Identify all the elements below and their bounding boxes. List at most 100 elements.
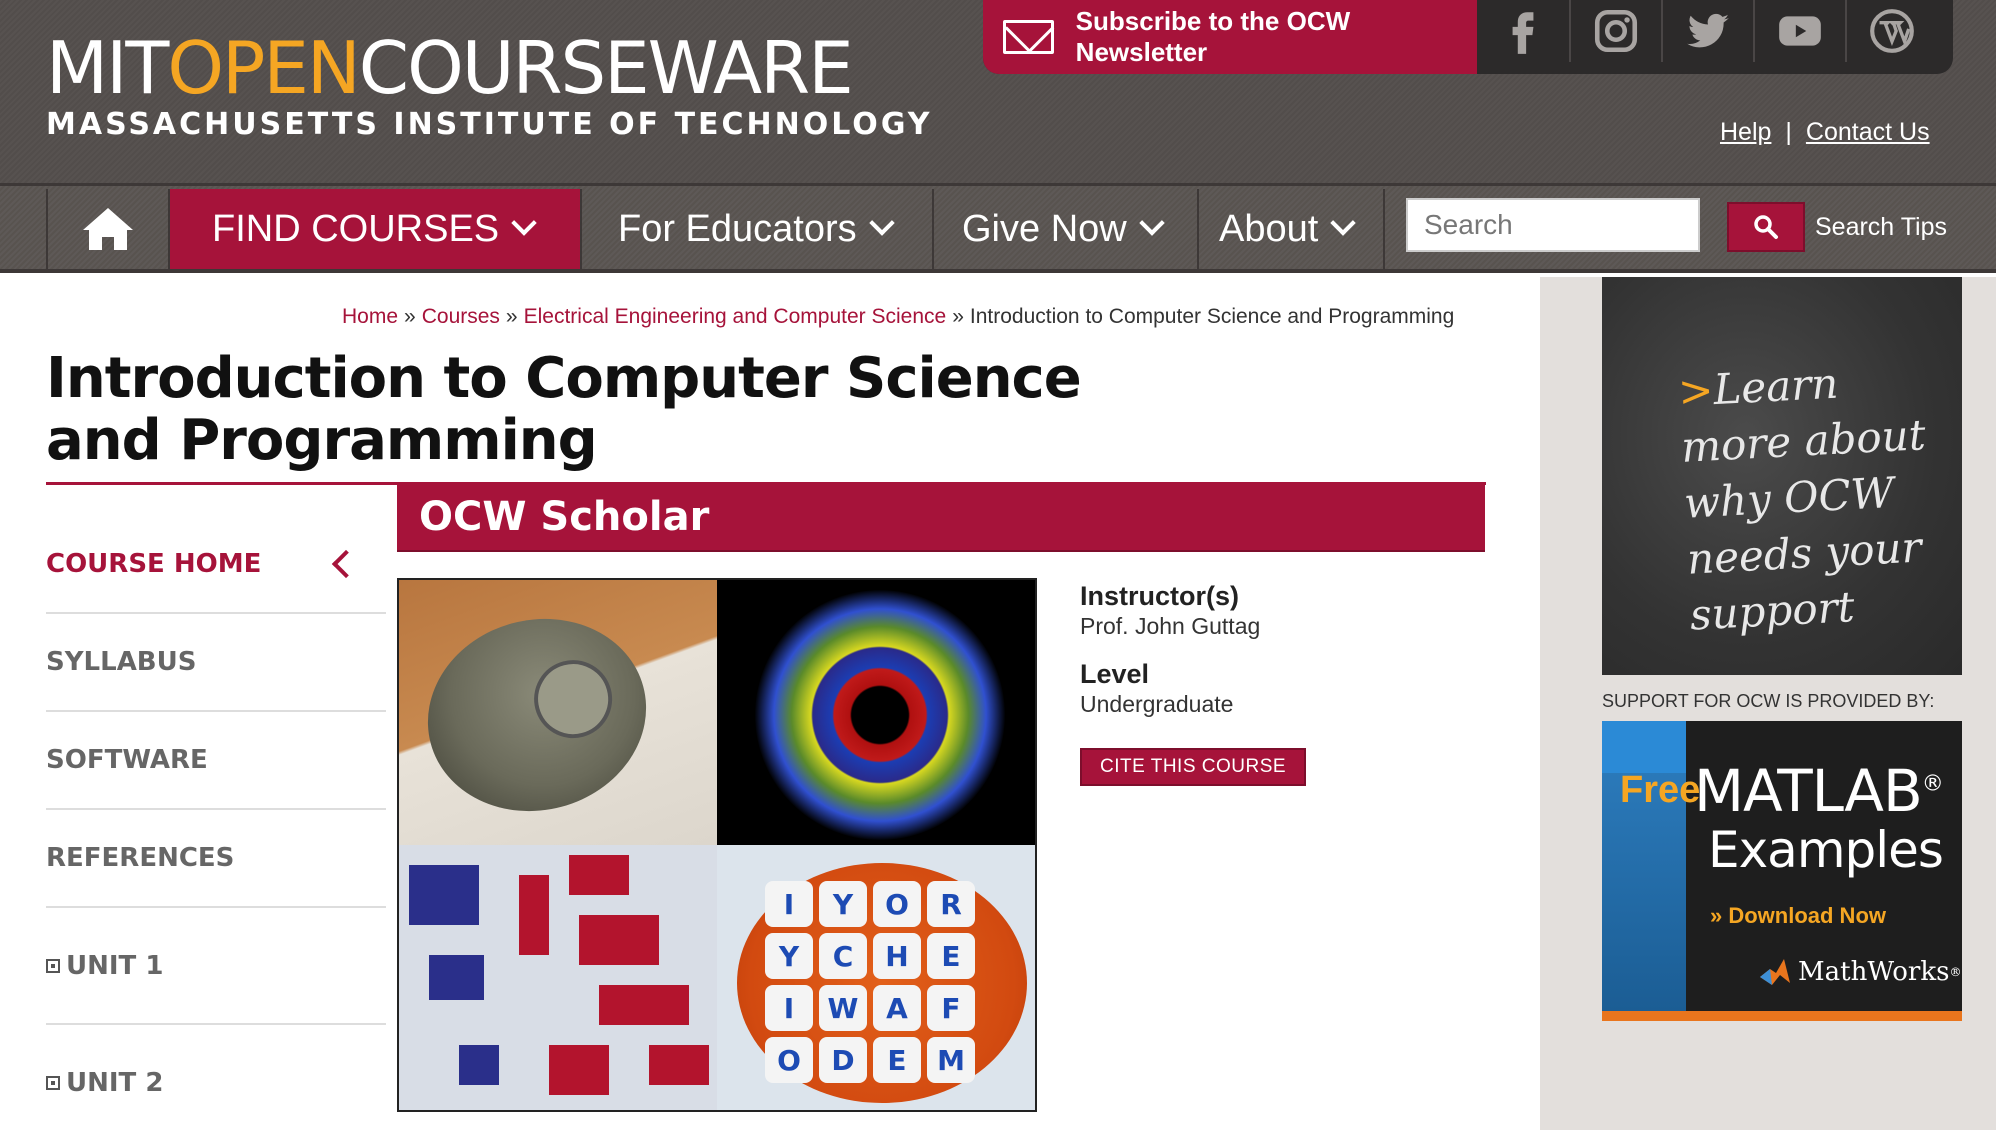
envelope-icon — [1003, 20, 1054, 54]
chevron-down-icon — [1138, 210, 1165, 236]
help-link[interactable]: Help — [1720, 118, 1771, 146]
ad-stripe-top — [1602, 721, 1686, 773]
link-separator: | — [1785, 118, 1792, 146]
ad-title-matlab: MATLAB® — [1694, 757, 1944, 825]
search-button[interactable] — [1727, 202, 1805, 252]
promo-text-block: >Learn more about why OCW needs your sup… — [1677, 350, 1951, 643]
promo-text: Learn more about why OCW needs your supp… — [1679, 358, 1927, 640]
logo-courseware: COURSEWARE — [358, 26, 854, 110]
ad-title-examples: Examples — [1708, 821, 1944, 879]
letter-cube: Y — [819, 881, 867, 927]
facebook-icon[interactable] — [1477, 0, 1569, 62]
youtube-icon[interactable] — [1753, 0, 1845, 62]
nav-unit-1[interactable]: UNIT 1 — [46, 908, 386, 1025]
page-title: Introduction to Computer Science and Pro… — [46, 346, 1082, 473]
search-icon — [1754, 215, 1778, 239]
map-block — [579, 915, 659, 965]
level-heading: Level — [1080, 659, 1150, 689]
nav-home-button[interactable] — [46, 189, 170, 269]
nav-syllabus-label: SYLLABUS — [46, 647, 197, 677]
course-info: Instructor(s) Prof. John Guttag Level Un… — [1080, 580, 1480, 786]
course-image: I Y O R Y C H E I W A F O D E M — [397, 578, 1037, 1112]
letter-cube: Y — [765, 933, 813, 979]
ad-title-matlab-text: MATLAB — [1694, 757, 1923, 825]
nav-references[interactable]: REFERENCES — [46, 810, 386, 908]
map-block — [519, 875, 549, 955]
map-block — [429, 955, 484, 1000]
chevron-down-icon — [868, 210, 895, 236]
map-block — [569, 855, 629, 895]
letter-cube: W — [819, 985, 867, 1031]
nav-unit-1-label: UNIT 1 — [66, 950, 164, 981]
logo-tagline: MASSACHUSETTS INSTITUTE OF TECHNOLOGY — [46, 107, 933, 142]
promo-arrow: > — [1677, 365, 1715, 416]
ad-registered-mark: ® — [1921, 771, 1944, 797]
letter-cube: H — [873, 933, 921, 979]
nav-about-label: About — [1219, 207, 1319, 250]
nav-references-label: REFERENCES — [46, 843, 235, 873]
twitter-icon[interactable] — [1661, 0, 1753, 62]
matlab-ad[interactable]: Free MATLAB® Examples » Download Now Mat… — [1602, 721, 1962, 1021]
letter-cube: C — [819, 933, 867, 979]
nav-find-courses[interactable]: FIND COURSES — [170, 189, 582, 269]
instructor-heading: Instructor(s) — [1080, 581, 1240, 611]
expand-icon — [46, 958, 60, 973]
sponsor-label: SUPPORT FOR OCW IS PROVIDED BY: — [1602, 691, 1935, 711]
search-tips-link[interactable]: Search Tips — [1815, 213, 1947, 242]
breadcrumb-department[interactable]: Electrical Engineering and Computer Scie… — [524, 305, 947, 328]
mathworks-text: MathWorks — [1798, 957, 1950, 987]
breadcrumb-home[interactable]: Home — [342, 305, 398, 328]
newsletter-subscribe-button[interactable]: Subscribe to the OCW Newsletter — [983, 0, 1477, 74]
instructor-name: Prof. John Guttag — [1080, 613, 1261, 639]
letter-cube: F — [927, 985, 975, 1031]
wordpress-icon[interactable] — [1845, 0, 1937, 62]
letter-cubes-photo: I Y O R Y C H E I W A F O D E M — [717, 845, 1035, 1110]
nav-software-label: SOFTWARE — [46, 745, 208, 775]
cite-this-course-button[interactable]: CITE THIS COURSE — [1080, 748, 1307, 786]
nav-for-educators-label: For Educators — [618, 207, 857, 250]
nav-course-home[interactable]: COURSE HOME — [46, 516, 386, 614]
breadcrumb-current: Introduction to Computer Science and Pro… — [969, 305, 1455, 328]
molecule-ring — [755, 590, 1005, 840]
ad-download-now: » Download Now — [1710, 903, 1886, 928]
nav-course-home-label: COURSE HOME — [46, 549, 262, 579]
robot-shape — [406, 594, 668, 836]
ocw-logo[interactable]: MITOPENCOURSEWARE — [46, 30, 854, 106]
instagram-icon[interactable] — [1569, 0, 1661, 62]
breadcrumb-courses[interactable]: Courses — [422, 305, 500, 328]
nav-find-courses-label: FIND COURSES — [212, 207, 500, 250]
level-value: Undergraduate — [1080, 691, 1234, 717]
ocw-scholar-label: OCW Scholar — [419, 494, 710, 540]
cube-grid: I Y O R Y C H E I W A F O D E M — [765, 881, 975, 1083]
breadcrumb-separator: » — [505, 305, 518, 328]
nav-about[interactable]: About — [1199, 189, 1385, 269]
chevron-left-icon — [331, 549, 361, 579]
nav-unit-2[interactable]: UNIT 2 — [46, 1025, 386, 1130]
map-block — [459, 1045, 499, 1085]
breadcrumb: Home» Courses» Electrical Engineering and … — [342, 305, 1454, 329]
campus-map — [399, 845, 717, 1110]
map-block — [549, 1045, 609, 1095]
nav-syllabus[interactable]: SYLLABUS — [46, 614, 386, 712]
nav-give-now[interactable]: Give Now — [934, 189, 1199, 269]
search-input[interactable] — [1406, 198, 1700, 252]
logo-open: OPEN — [167, 26, 360, 110]
contact-us-link[interactable]: Contact Us — [1806, 118, 1930, 146]
support-ocw-promo[interactable]: >Learn more about why OCW needs your sup… — [1602, 277, 1962, 675]
course-nav: COURSE HOME SYLLABUS SOFTWARE REFERENCES… — [46, 516, 386, 1130]
nav-for-educators[interactable]: For Educators — [582, 189, 934, 269]
nav-software[interactable]: SOFTWARE — [46, 712, 386, 810]
mathworks-brand: MathWorks ® — [1758, 957, 1961, 987]
map-block — [409, 865, 479, 925]
letter-cube: I — [765, 985, 813, 1031]
site-header: MITOPENCOURSEWARE MASSACHUSETTS INSTITUT… — [0, 0, 1996, 183]
letter-cube: A — [873, 985, 921, 1031]
letter-cube: E — [927, 933, 975, 979]
ocw-scholar-banner: OCW Scholar — [397, 484, 1485, 552]
brand-registered-mark: ® — [1949, 965, 1962, 979]
letter-cube: E — [873, 1037, 921, 1083]
map-block — [649, 1045, 709, 1085]
ad-free-label: Free — [1620, 769, 1701, 811]
expand-icon — [46, 1075, 60, 1090]
letter-cube: O — [873, 881, 921, 927]
